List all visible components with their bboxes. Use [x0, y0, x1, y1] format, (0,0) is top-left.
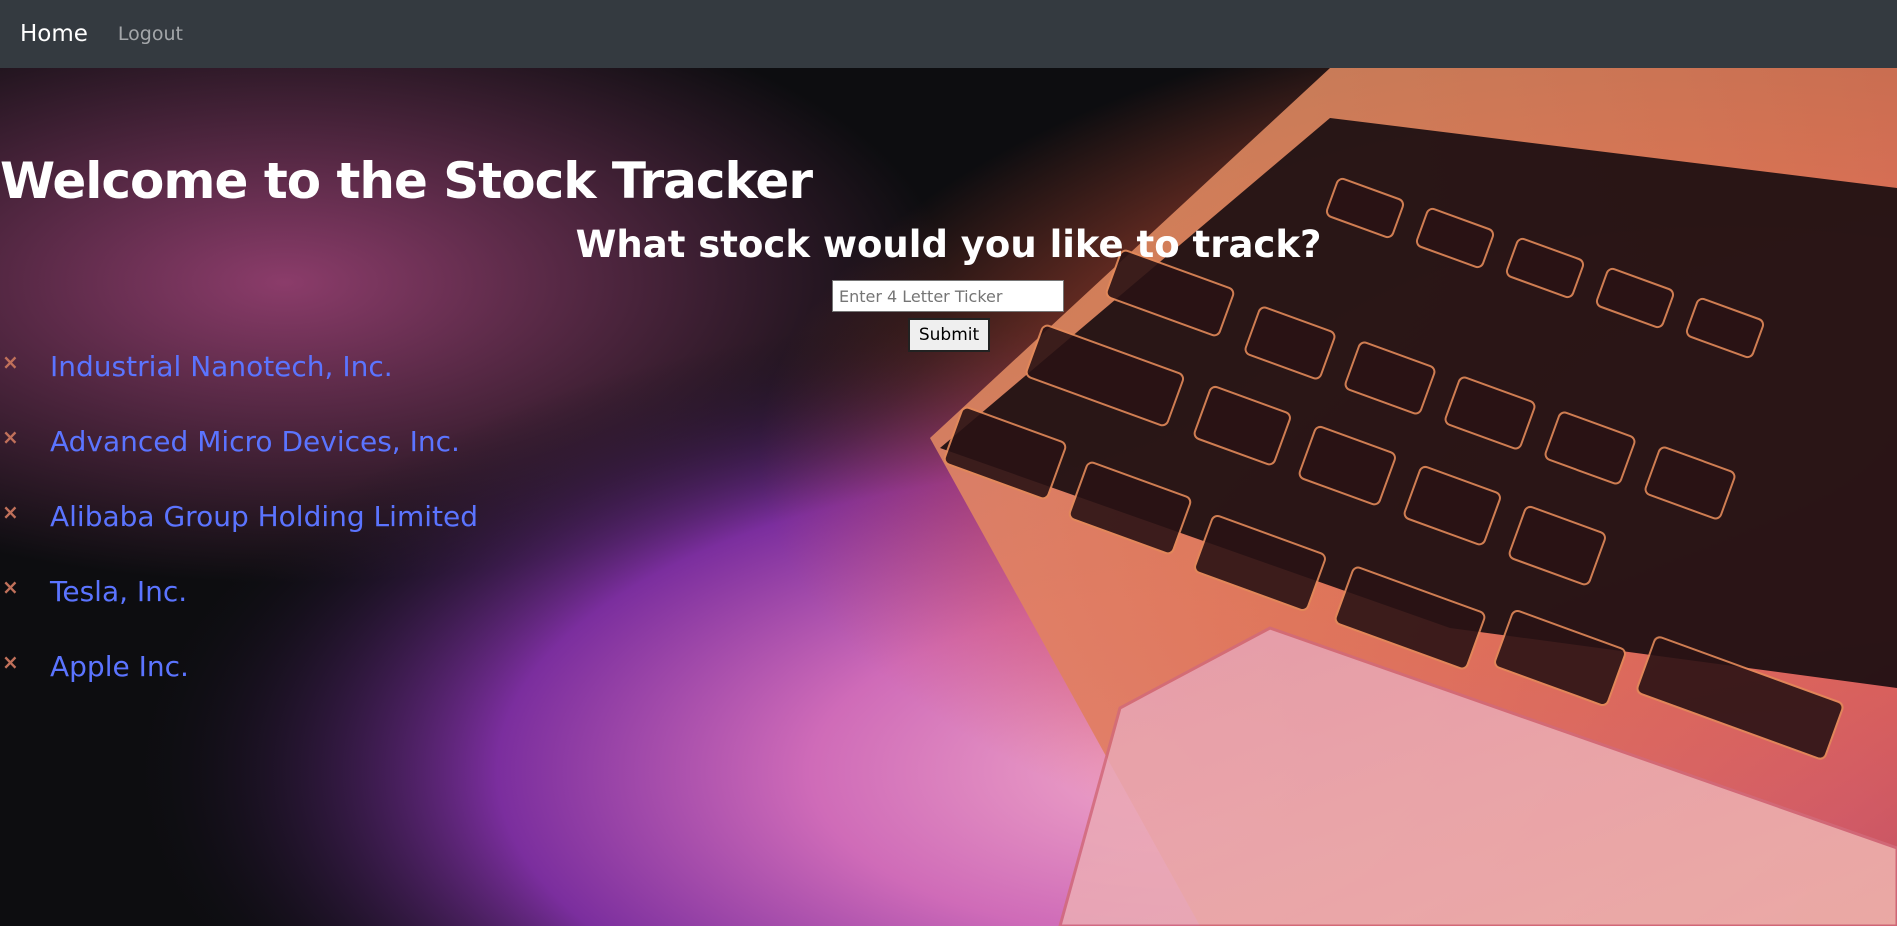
remove-stock-icon[interactable]: ×	[2, 425, 19, 449]
remove-stock-icon[interactable]: ×	[2, 575, 19, 599]
stock-link[interactable]: Alibaba Group Holding Limited	[50, 500, 478, 533]
page-title: Welcome to the Stock Tracker	[0, 152, 813, 210]
submit-button[interactable]: Submit	[908, 318, 990, 352]
track-question-heading: What stock would you like to track?	[575, 223, 1322, 266]
main-content: Welcome to the Stock Tracker What stock …	[0, 68, 1897, 926]
page: Home Logout Welcome to the Stock Tracker…	[0, 0, 1897, 926]
remove-stock-icon[interactable]: ×	[2, 500, 19, 524]
navbar: Home Logout	[0, 0, 1897, 68]
nav-home-link[interactable]: Home	[20, 21, 88, 47]
ticker-input[interactable]	[832, 280, 1064, 312]
stock-link[interactable]: Tesla, Inc.	[50, 575, 187, 608]
stock-link[interactable]: Advanced Micro Devices, Inc.	[50, 425, 460, 458]
stock-link[interactable]: Apple Inc.	[50, 650, 189, 683]
remove-stock-icon[interactable]: ×	[2, 650, 19, 674]
stock-link[interactable]: Industrial Nanotech, Inc.	[50, 350, 393, 383]
nav-logout-link[interactable]: Logout	[118, 23, 183, 45]
remove-stock-icon[interactable]: ×	[2, 350, 19, 374]
